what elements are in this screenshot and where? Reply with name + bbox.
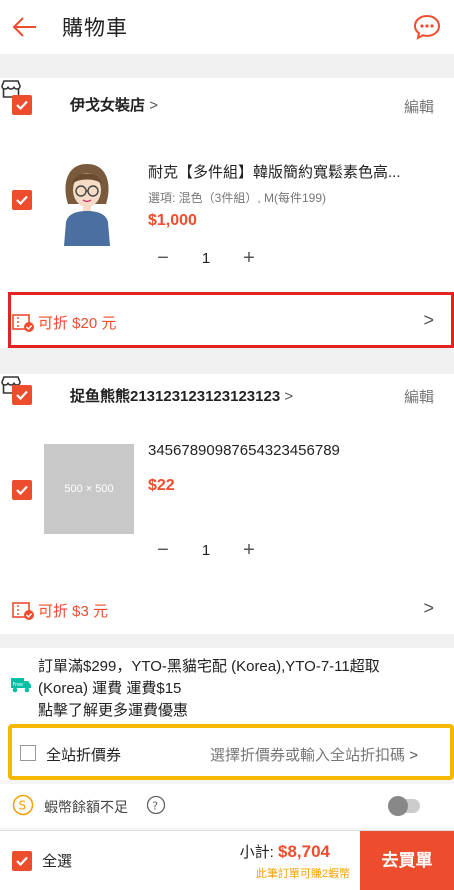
coins-note: 此筆訂單可賺2蝦幣 xyxy=(255,868,350,880)
shop-name[interactable]: 伊戈女裝店 > xyxy=(70,94,158,115)
edit-button[interactable]: 編輯 xyxy=(404,386,434,407)
decrease-button[interactable]: − xyxy=(148,536,178,566)
toggle-knob xyxy=(388,796,408,816)
decrease-button[interactable]: − xyxy=(148,244,178,274)
discount-row[interactable]: 可折 $3 元 > xyxy=(0,586,454,634)
increase-button[interactable]: + xyxy=(234,536,264,566)
item-checkbox[interactable] xyxy=(12,190,32,210)
divider xyxy=(0,348,454,374)
shipping-line: (Korea) 運費 運費$15 xyxy=(38,680,182,697)
svg-text:?: ? xyxy=(152,800,158,813)
highlight-box xyxy=(8,292,454,348)
shipping-line: 訂單滿$299，YTO-黑貓宅配 (Korea),YTO-7-11超取 xyxy=(38,658,380,675)
quantity-value[interactable]: 1 xyxy=(188,536,224,566)
item-price: $1,000 xyxy=(148,212,197,229)
divider xyxy=(0,54,454,78)
back-arrow-icon[interactable] xyxy=(10,12,40,42)
increase-button[interactable]: + xyxy=(234,244,264,274)
shop-checkbox[interactable] xyxy=(12,95,32,115)
checkout-button[interactable]: 去買單 xyxy=(360,831,454,890)
divider xyxy=(0,634,454,648)
chat-icon[interactable] xyxy=(412,12,442,42)
checkout-bar: 全選 小計: $8,704 此筆訂單可賺2蝦幣 去買單 xyxy=(0,830,454,890)
item-name[interactable]: 耐克【多件組】韓版簡約寬鬆素色高... xyxy=(148,161,401,182)
discount-label: 可折 $3 元 xyxy=(38,603,109,620)
help-icon[interactable]: ? xyxy=(146,795,166,815)
item-name[interactable]: 3456789098765432345678​9 xyxy=(148,442,340,459)
select-all-label[interactable]: 全選 xyxy=(42,850,72,871)
product-image[interactable] xyxy=(52,156,122,246)
svg-text:S: S xyxy=(19,799,27,813)
chevron-right-icon: > xyxy=(423,598,434,618)
svg-text:Free: Free xyxy=(13,682,24,688)
coins-toggle[interactable] xyxy=(388,796,420,816)
item-option[interactable]: 選項: 混色（3件組）, M(每件199) xyxy=(148,189,326,206)
select-all-checkbox[interactable] xyxy=(12,851,32,871)
quantity-stepper: − 1 + xyxy=(148,244,264,274)
subtotal: 小計: $8,704 xyxy=(239,842,330,861)
highlight-box xyxy=(8,724,454,780)
quantity-value[interactable]: 1 xyxy=(188,244,224,274)
shop-name[interactable]: 捉鱼熊熊213123123123123123 > xyxy=(70,385,293,406)
coins-label: 蝦幣餘額不足 xyxy=(44,799,128,815)
item-price: $22 xyxy=(148,477,175,494)
top-bar: 購物車 xyxy=(0,0,454,54)
voucher-icon xyxy=(12,602,34,620)
product-image[interactable]: 500 × 500 xyxy=(44,444,134,534)
quantity-stepper: − 1 + xyxy=(148,536,264,566)
shop-checkbox[interactable] xyxy=(12,385,32,405)
coin-icon: S xyxy=(12,794,34,816)
page-title: 購物車 xyxy=(62,17,128,40)
item-checkbox[interactable] xyxy=(12,480,32,500)
shipping-link[interactable]: 點擊了解更多運費優惠 xyxy=(38,700,188,721)
shipping-info[interactable]: Free 訂單滿$299，YTO-黑貓宅配 (Korea),YTO-7-11超取… xyxy=(0,648,454,730)
free-shipping-icon: Free xyxy=(11,678,31,693)
edit-button[interactable]: 編輯 xyxy=(404,96,434,117)
coins-row: S 蝦幣餘額不足 ? xyxy=(0,784,454,828)
